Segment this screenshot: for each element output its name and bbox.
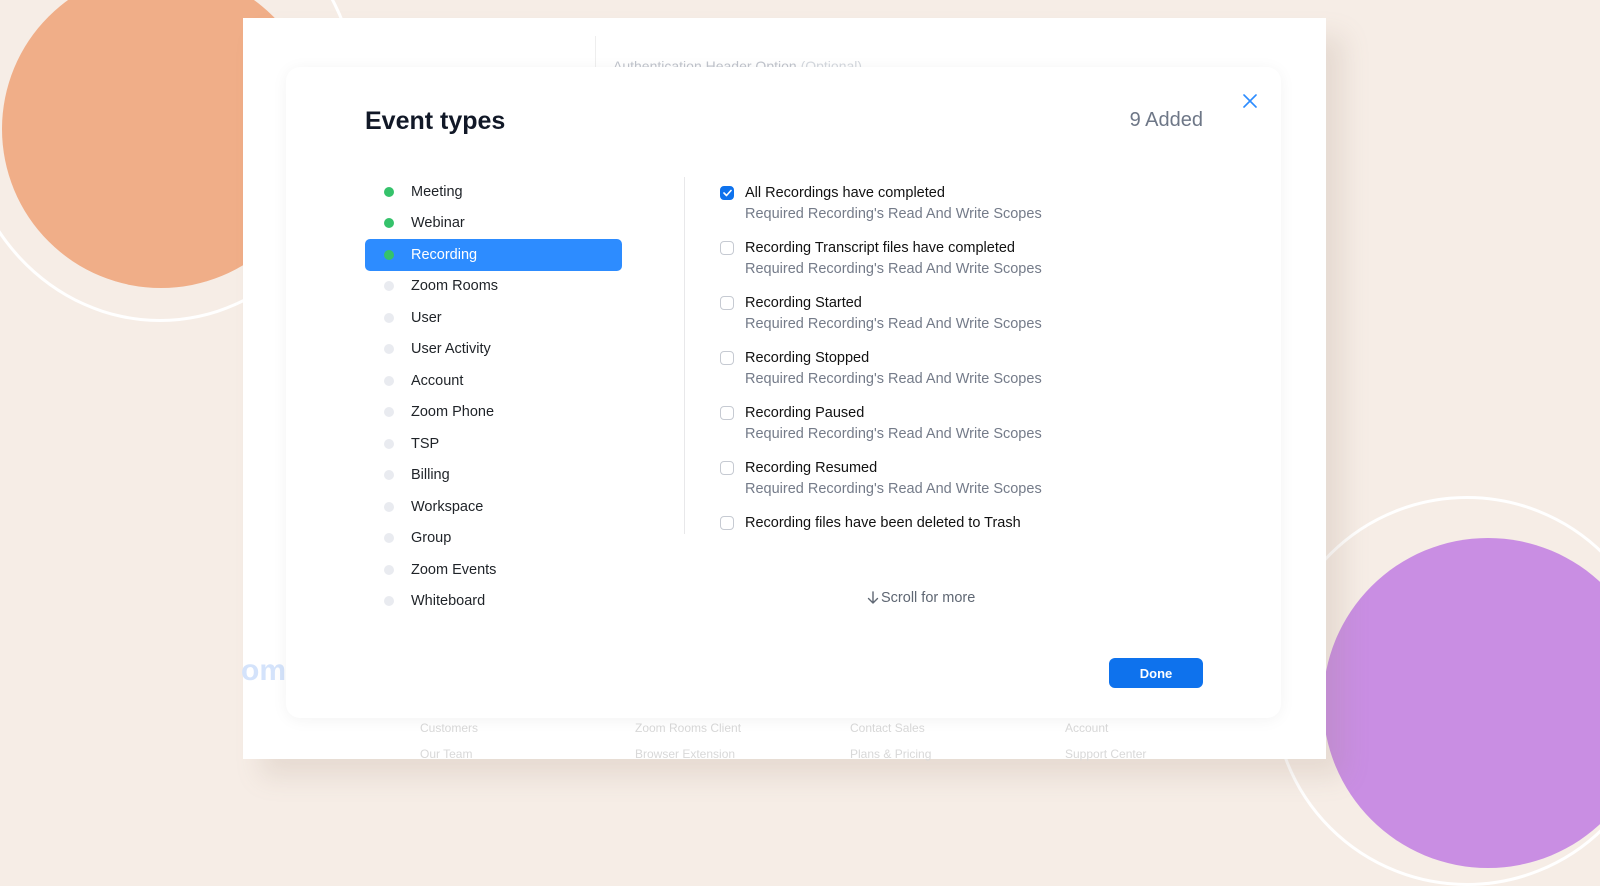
event-title: Recording Started	[745, 295, 862, 311]
event-item: Recording Started Required Recording's Re…	[720, 295, 1200, 350]
event-checkbox[interactable]	[720, 461, 734, 475]
event-checkbox[interactable]	[720, 186, 734, 200]
category-item[interactable]: Zoom Events	[365, 554, 622, 586]
event-text: Recording files have been deleted to Tra…	[745, 515, 1021, 570]
status-dot-icon	[384, 375, 394, 386]
status-dot-icon	[384, 281, 394, 292]
footer-link-account: Account	[1065, 721, 1109, 735]
category-item[interactable]: Workspace	[365, 491, 622, 523]
event-list: All Recordings have completed Required Re…	[720, 185, 1200, 570]
footer-link-support-center: Support Center	[1065, 747, 1147, 761]
status-dot-icon	[384, 533, 394, 544]
status-dot-icon	[384, 249, 394, 260]
logo-fragment: om	[241, 654, 286, 687]
category-item[interactable]: Zoom Rooms	[365, 271, 622, 303]
status-dot-icon	[384, 564, 394, 575]
close-button[interactable]	[1238, 89, 1262, 113]
category-item[interactable]: Zoom Phone	[365, 397, 622, 429]
status-dot-icon	[384, 438, 394, 449]
footer-link-our-team: Our Team	[420, 747, 473, 761]
event-item: Recording files have been deleted to Tra…	[720, 515, 1200, 570]
status-dot-icon	[384, 312, 394, 323]
event-item: All Recordings have completed Required Re…	[720, 185, 1200, 240]
event-subtitle: Required Recording's Read And Write Scop…	[745, 371, 1042, 387]
event-title: Recording Paused	[745, 405, 865, 421]
done-button[interactable]: Done	[1109, 658, 1203, 688]
footer-link-contact-sales: Contact Sales	[850, 721, 925, 735]
category-list: Meeting Webinar Recording Zoom Rooms User Use…	[365, 176, 622, 617]
category-item[interactable]: Account	[365, 365, 622, 397]
footer-link-zoom-rooms-client: Zoom Rooms Client	[635, 721, 742, 735]
scroll-for-more-hint[interactable]: Scroll for more	[867, 590, 975, 606]
event-subtitle: Required Recording's Read And Write Scop…	[745, 206, 1042, 222]
category-item[interactable]: TSP	[365, 428, 622, 460]
category-item[interactable]: Recording	[365, 239, 622, 271]
close-icon	[1243, 94, 1257, 108]
status-dot-icon	[384, 501, 394, 512]
status-dot-icon	[384, 407, 394, 418]
category-item[interactable]: User	[365, 302, 622, 334]
category-label: Meeting	[411, 183, 463, 200]
event-subtitle: Required Recording's Read And Write Scop…	[745, 261, 1042, 277]
event-types-modal: Event types 9 Added Meeting Webinar Record…	[286, 67, 1281, 718]
category-item[interactable]: Webinar	[365, 208, 622, 240]
category-label: User	[411, 309, 442, 326]
status-dot-icon	[384, 596, 394, 607]
event-checkbox[interactable]	[720, 296, 734, 310]
category-label: Webinar	[411, 215, 465, 232]
event-text: Recording Paused Required Recording's Rea…	[745, 405, 1042, 460]
event-subtitle: Required Recording's Read And Write Scop…	[745, 316, 1042, 332]
event-text: All Recordings have completed Required Re…	[745, 185, 1042, 240]
event-checkbox[interactable]	[720, 241, 734, 255]
event-item: Recording Resumed Required Recording's Re…	[720, 460, 1200, 515]
category-label: TSP	[411, 435, 440, 452]
status-dot-icon	[384, 186, 394, 197]
category-label: Whiteboard	[411, 593, 486, 610]
check-icon	[722, 189, 732, 197]
modal-title: Event types	[365, 107, 506, 135]
event-item: Recording Transcript files have complete…	[720, 240, 1200, 295]
event-title: All Recordings have completed	[745, 185, 945, 201]
category-label: Zoom Events	[411, 561, 497, 578]
footer-link-plans-pricing: Plans & Pricing	[850, 747, 932, 761]
category-item[interactable]: Billing	[365, 460, 622, 492]
event-subtitle: Required Recording's Read And Write Scop…	[745, 481, 1042, 497]
event-checkbox[interactable]	[720, 351, 734, 365]
event-text: Recording Started Required Recording's Re…	[745, 295, 1042, 350]
status-dot-icon	[384, 218, 394, 229]
category-item[interactable]: Meeting	[365, 176, 622, 208]
event-checkbox[interactable]	[720, 516, 734, 530]
category-label: Workspace	[411, 498, 484, 515]
event-subtitle: Required Recording's Read And Write Scop…	[745, 426, 1042, 442]
event-item: Recording Stopped Required Recording's Re…	[720, 350, 1200, 405]
event-title: Recording Transcript files have complete…	[745, 240, 1015, 256]
category-label: Account	[411, 372, 464, 389]
event-text: Recording Stopped Required Recording's Re…	[745, 350, 1042, 405]
footer-link-customers: Customers	[420, 721, 479, 735]
event-text: Recording Transcript files have complete…	[745, 240, 1042, 295]
column-divider	[684, 177, 685, 534]
category-label: Billing	[411, 467, 450, 484]
category-label: Zoom Rooms	[411, 278, 499, 295]
event-checkbox[interactable]	[720, 406, 734, 420]
added-count: 9 Added	[1129, 109, 1203, 131]
event-title: Recording Resumed	[745, 460, 878, 476]
event-title: Recording files have been deleted to Tra…	[745, 515, 1021, 531]
arrow-down-icon	[867, 591, 879, 604]
category-item[interactable]: Group	[365, 523, 622, 555]
event-title: Recording Stopped	[745, 350, 870, 366]
category-item[interactable]: Whiteboard	[365, 586, 622, 618]
status-dot-icon	[384, 470, 394, 481]
footer-link-browser-extension: Browser Extension	[635, 747, 736, 761]
category-label: Zoom Phone	[411, 404, 495, 421]
status-dot-icon	[384, 344, 394, 355]
scroll-hint-label: Scroll for more	[881, 590, 976, 606]
category-label: Group	[411, 530, 452, 547]
category-label: User Activity	[411, 341, 491, 358]
event-item: Recording Paused Required Recording's Rea…	[720, 405, 1200, 460]
category-label: Recording	[411, 246, 478, 263]
category-item[interactable]: User Activity	[365, 334, 622, 366]
event-text: Recording Resumed Required Recording's Re…	[745, 460, 1042, 515]
